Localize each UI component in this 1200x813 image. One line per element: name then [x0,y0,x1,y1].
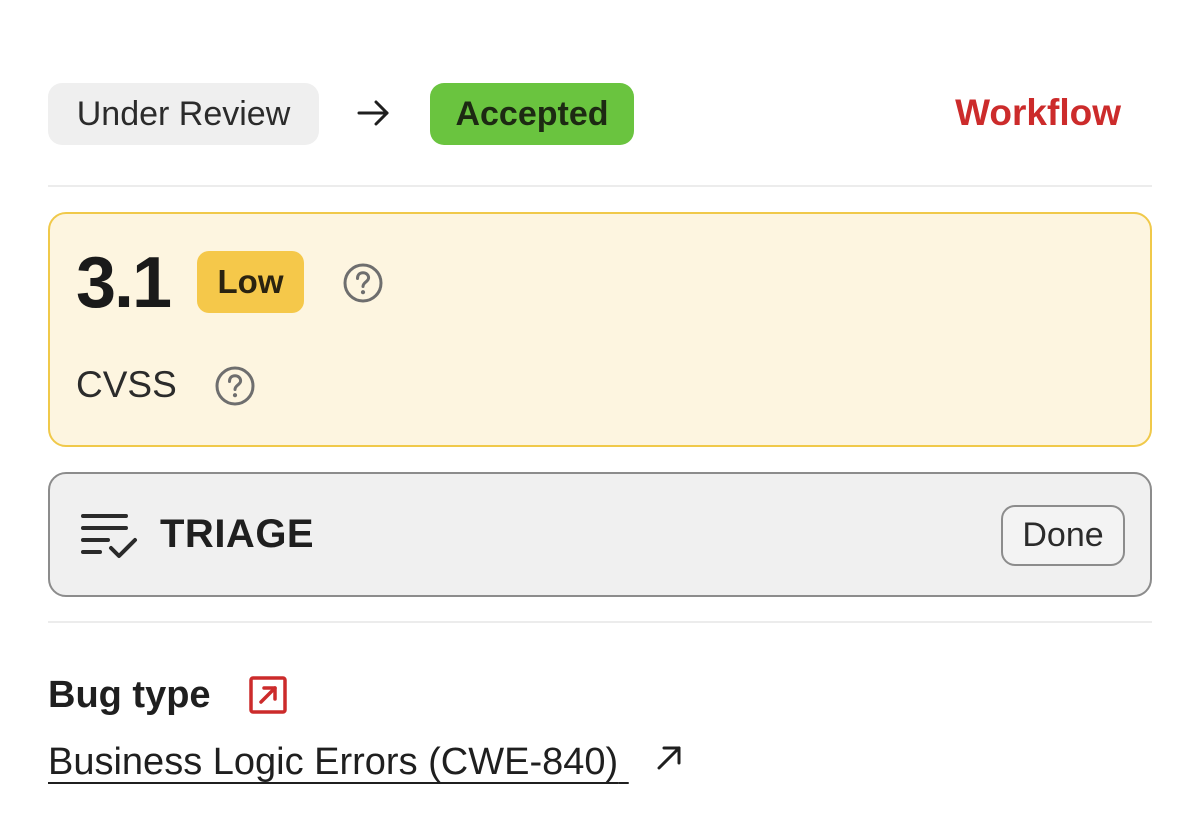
status-from-label: Under Review [76,94,291,133]
triage-card[interactable]: TRIAGE Done [48,472,1152,597]
status-under-review-pill: Under Review [48,83,319,145]
divider [48,185,1152,187]
severity-score: 3.1 [76,243,172,323]
arrow-right-icon [357,100,389,126]
list-check-icon [81,514,137,558]
bug-type-value: Business Logic Errors (CWE-840) [48,741,619,783]
severity-rating-badge: Low [197,251,304,313]
question-circle-icon[interactable] [342,262,384,304]
workflow-status-row: Under Review Accepted Workflow [48,82,1152,146]
severity-card: 3.1 Low CVSS [48,212,1152,447]
status-accepted-pill: Accepted [430,83,634,145]
triage-status-label: Done [1022,516,1104,554]
bug-type-link[interactable]: Business Logic Errors (CWE-840) [48,741,683,784]
workflow-link[interactable]: Workflow [955,92,1121,134]
divider [48,621,1152,623]
question-circle-icon[interactable] [214,365,256,407]
severity-rating-label: Low [217,263,284,300]
cvss-label: CVSS [76,364,177,405]
triage-title: TRIAGE [160,512,315,556]
arrow-up-right-icon [657,746,681,770]
triage-status-badge: Done [1001,505,1125,566]
external-link-icon[interactable] [248,675,288,715]
status-to-label: Accepted [455,94,609,133]
bug-type-heading: Bug type [48,674,211,716]
